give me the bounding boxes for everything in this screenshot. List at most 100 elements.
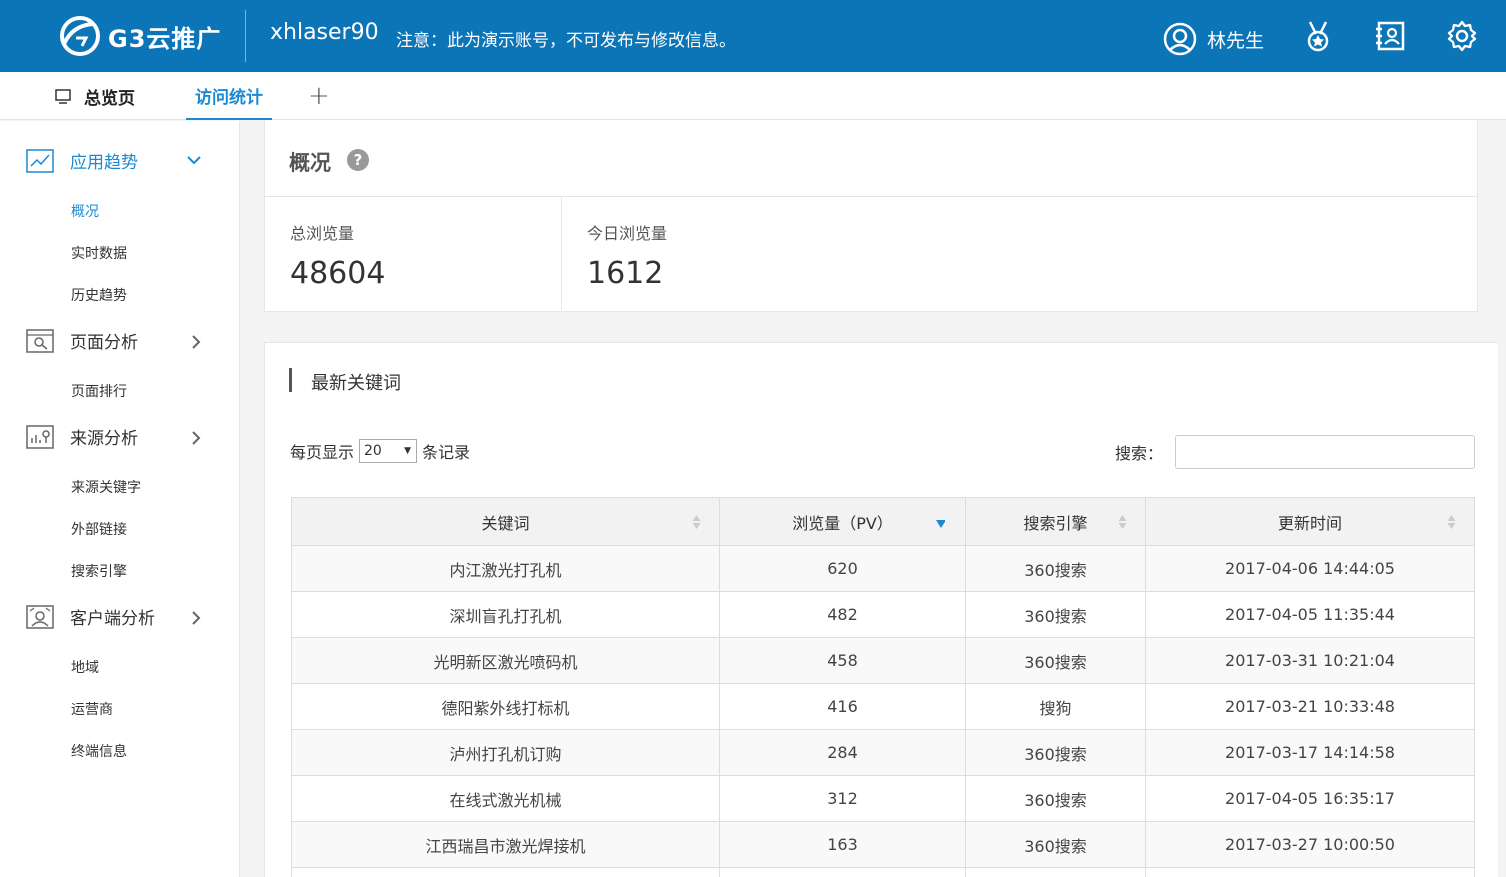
column-header-label: 搜索引擎 [1023, 513, 1088, 533]
total-views-label: 总浏览量 [290, 224, 355, 243]
demo-notice: 注意：此为演示账号，不可发布与修改信息。 [396, 31, 736, 51]
pageviews-cell: 458 [719, 637, 966, 684]
keyword-cell: 内江激光打孔机 [291, 545, 720, 592]
tab-overview-label: 总览页 [84, 88, 135, 109]
column-header-label: 更新时间 [1277, 513, 1342, 533]
g3-logo-icon [60, 16, 100, 56]
keyword-cell: 江西瑞昌市激光焊接机 [291, 821, 720, 868]
account-name: xhlaser90 [270, 20, 379, 45]
user-name: 林先生 [1207, 29, 1265, 52]
updated-time-cell: 2017-03-27 10:00:50 [1145, 821, 1475, 868]
add-tab-button[interactable]: + [308, 72, 330, 120]
column-header-updated-time[interactable]: 更新时间 [1145, 497, 1475, 546]
updated-time-cell: 2017-03-17 14:14:58 [1145, 729, 1475, 776]
page-size-value: 20 [364, 443, 382, 459]
keyword-cell: 泸州打孔机订购 [291, 729, 720, 776]
help-icon[interactable]: ? [347, 149, 369, 171]
updated-time-cell: 2017-03-21 10:33:48 [1145, 683, 1475, 730]
contacts-icon[interactable] [1374, 20, 1406, 52]
overview-title: 概况 [289, 151, 331, 175]
sidebar-group-label: 来源分析 [70, 429, 138, 449]
sidebar: 应用趋势 概况 实时数据 历史趋势 页面分析 页面排行 来源分析 来源关键字 外… [0, 121, 240, 877]
sidebar-group-label: 客户端分析 [70, 609, 155, 629]
sidebar-item-page-rank[interactable]: 页面排行 [71, 381, 127, 401]
latest-keywords-card: 最新关键词 每页显示 20 ▼ 条记录 搜索： 关键词 浏览量（PV） 搜索引擎… [264, 342, 1498, 877]
logo-text: G3云推广 [108, 24, 222, 53]
page-size-control: 每页显示 20 ▼ 条记录 [290, 439, 470, 463]
today-views-label: 今日浏览量 [587, 224, 668, 243]
sidebar-item-overview[interactable]: 概况 [71, 201, 99, 221]
today-views-stat: 今日浏览量 1612 [562, 196, 862, 310]
sidebar-item-external-links[interactable]: 外部链接 [71, 519, 127, 539]
medal-icon[interactable] [1302, 20, 1334, 52]
search-engine-cell: 360搜索 [965, 775, 1146, 822]
sidebar-group-source-analysis[interactable]: 来源分析 [26, 424, 206, 449]
keyword-cell [291, 867, 720, 877]
table-header-row: 关键词 浏览量（PV） 搜索引擎 更新时间 [291, 497, 1475, 546]
sidebar-item-search-engines[interactable]: 搜索引擎 [71, 561, 127, 581]
client-analysis-icon [26, 604, 54, 629]
sidebar-item-region[interactable]: 地域 [71, 657, 99, 677]
table-row: 泸州打孔机订购 284 360搜索 2017-03-17 14:14:58 [291, 729, 1475, 776]
sidebar-group-label: 应用趋势 [70, 153, 138, 173]
updated-time-cell: 2017-04-05 16:35:17 [1145, 775, 1475, 822]
updated-time-cell: 2017-04-06 14:44:05 [1145, 545, 1475, 592]
updated-time-cell: 2017-03-31 10:21:04 [1145, 637, 1475, 684]
search-engine-cell: 360搜索 [965, 637, 1146, 684]
sidebar-group-page-analysis[interactable]: 页面分析 [26, 328, 206, 353]
column-header-keyword[interactable]: 关键词 [291, 497, 720, 546]
total-views-value: 48604 [290, 256, 386, 291]
pageviews-cell: 284 [719, 729, 966, 776]
search-engine-cell: 360搜索 [965, 821, 1146, 868]
page-size-prefix: 每页显示 [290, 443, 355, 462]
chevron-down-icon [187, 156, 201, 165]
updated-time-cell: 2017-04-05 11:35:44 [1145, 591, 1475, 638]
pageviews-cell: 416 [719, 683, 966, 730]
tab-bar: 总览页 访问统计 + [0, 72, 1506, 120]
monitor-icon [55, 89, 71, 104]
keyword-cell: 深圳盲孔打孔机 [291, 591, 720, 638]
tab-overview[interactable]: 总览页 [54, 72, 135, 120]
sidebar-item-device-info[interactable]: 终端信息 [71, 741, 127, 761]
top-header: G3云推广 xhlaser90 注意：此为演示账号，不可发布与修改信息。 林先生 [0, 0, 1506, 72]
table-row: 深圳盲孔打孔机 482 360搜索 2017-04-05 11:35:44 [291, 591, 1475, 638]
sidebar-group-label: 页面分析 [70, 333, 138, 353]
table-row [291, 867, 1475, 877]
today-views-value: 1612 [587, 256, 664, 291]
title-accent-bar [289, 368, 292, 392]
tab-visit-stats[interactable]: 访问统计 [186, 72, 272, 120]
gear-icon[interactable] [1446, 20, 1478, 52]
keywords-table: 关键词 浏览量（PV） 搜索引擎 更新时间 内江激光打孔机 620 360搜索 … [291, 497, 1475, 877]
overview-card: 概况 ? 总浏览量 48604 今日浏览量 1612 [264, 120, 1478, 312]
pageviews-cell: 163 [719, 821, 966, 868]
table-row: 内江激光打孔机 620 360搜索 2017-04-06 14:44:05 [291, 545, 1475, 592]
logo[interactable]: G3云推广 [58, 14, 221, 58]
keyword-cell: 德阳紫外线打标机 [291, 683, 720, 730]
sort-desc-icon [936, 520, 945, 528]
sidebar-item-history[interactable]: 历史趋势 [71, 285, 127, 305]
search-label: 搜索： [1115, 444, 1164, 463]
source-analysis-icon [26, 424, 54, 449]
page-size-select[interactable]: 20 ▼ [359, 439, 418, 463]
column-header-label: 浏览量（PV） [792, 513, 893, 533]
sidebar-group-client-analysis[interactable]: 客户端分析 [26, 604, 206, 629]
latest-keywords-title: 最新关键词 [311, 373, 401, 394]
table-row: 在线式激光机械 312 360搜索 2017-04-05 16:35:17 [291, 775, 1475, 822]
search-input[interactable] [1175, 435, 1475, 469]
column-header-pageviews[interactable]: 浏览量（PV） [719, 497, 966, 546]
table-row: 江西瑞昌市激光焊接机 163 360搜索 2017-03-27 10:00:50 [291, 821, 1475, 868]
user-menu[interactable]: 林先生 [1163, 22, 1264, 56]
sort-both-icon [1118, 515, 1127, 529]
sidebar-item-carrier[interactable]: 运营商 [71, 699, 113, 719]
user-avatar-icon [1163, 22, 1197, 56]
sidebar-item-realtime[interactable]: 实时数据 [71, 243, 127, 263]
search-engine-cell: 搜狗 [965, 683, 1146, 730]
sidebar-item-source-keywords[interactable]: 来源关键字 [71, 477, 141, 497]
sidebar-group-app-trend[interactable]: 应用趋势 [26, 148, 206, 173]
column-header-search-engine[interactable]: 搜索引擎 [965, 497, 1146, 546]
pageviews-cell: 312 [719, 775, 966, 822]
pageviews-cell [719, 867, 966, 877]
total-views-stat: 总浏览量 48604 [265, 196, 562, 310]
tab-visit-stats-label: 访问统计 [195, 87, 263, 108]
pageviews-cell: 620 [719, 545, 966, 592]
